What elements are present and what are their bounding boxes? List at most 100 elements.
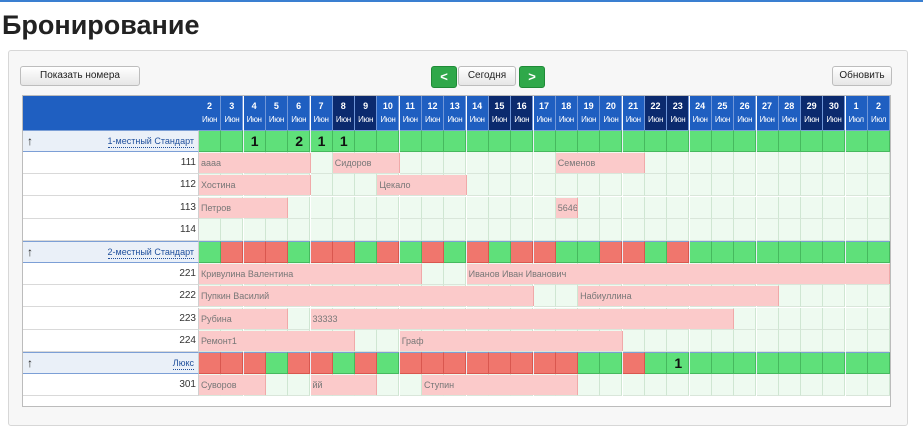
day-cell[interactable] — [778, 196, 801, 219]
availability-cell[interactable] — [511, 241, 534, 263]
day-cell[interactable] — [533, 218, 556, 241]
availability-cell[interactable] — [511, 352, 534, 374]
day-cell[interactable] — [734, 152, 757, 175]
availability-cell[interactable] — [288, 352, 311, 374]
day-cell[interactable] — [689, 196, 712, 219]
day-cell[interactable] — [868, 152, 890, 175]
availability-cell[interactable] — [868, 241, 890, 263]
day-cell[interactable] — [600, 196, 623, 219]
day-cell[interactable] — [578, 374, 601, 397]
day-cell[interactable] — [689, 218, 712, 241]
availability-cell[interactable] — [823, 241, 846, 263]
day-cell[interactable] — [466, 196, 489, 219]
booking-bar[interactable]: Пупкин Василий — [199, 286, 534, 307]
day-cell[interactable] — [689, 174, 712, 197]
day-cell[interactable] — [645, 196, 667, 219]
availability-cell[interactable] — [823, 130, 846, 152]
availability-cell[interactable] — [578, 241, 601, 263]
next-button[interactable]: > — [519, 66, 545, 88]
day-cell[interactable] — [823, 218, 846, 241]
availability-cell[interactable] — [667, 241, 690, 263]
day-cell[interactable] — [778, 329, 801, 352]
day-cell[interactable] — [734, 196, 757, 219]
day-cell[interactable] — [868, 174, 890, 197]
day-cell[interactable] — [355, 218, 378, 241]
day-cell[interactable] — [845, 285, 868, 308]
availability-cell[interactable] — [332, 352, 355, 374]
day-cell[interactable] — [645, 329, 667, 352]
availability-cell[interactable] — [645, 241, 667, 263]
day-cell[interactable] — [801, 329, 824, 352]
day-cell[interactable] — [645, 152, 667, 175]
day-cell[interactable] — [667, 374, 690, 397]
availability-cell[interactable] — [600, 241, 623, 263]
availability-cell[interactable] — [488, 241, 511, 263]
day-cell[interactable] — [778, 307, 801, 330]
availability-cell[interactable] — [243, 352, 266, 374]
availability-cell[interactable] — [711, 352, 734, 374]
availability-cell[interactable] — [265, 130, 288, 152]
day-cell[interactable] — [265, 374, 288, 397]
day-cell[interactable] — [622, 196, 645, 219]
collapse-arrow-icon[interactable]: ↑ — [27, 134, 33, 148]
category-name-link[interactable]: 1-местный Стандарт — [107, 136, 194, 148]
day-cell[interactable] — [801, 374, 824, 397]
day-cell[interactable] — [756, 374, 779, 397]
day-cell[interactable] — [422, 152, 444, 175]
day-cell[interactable] — [377, 329, 400, 352]
availability-cell[interactable] — [689, 352, 712, 374]
day-cell[interactable] — [578, 218, 601, 241]
availability-cell[interactable] — [778, 241, 801, 263]
availability-cell[interactable] — [221, 241, 244, 263]
day-cell[interactable] — [265, 218, 288, 241]
collapse-arrow-icon[interactable]: ↑ — [27, 356, 33, 370]
day-cell[interactable] — [667, 218, 690, 241]
day-cell[interactable] — [711, 174, 734, 197]
day-cell[interactable] — [578, 174, 601, 197]
availability-cell[interactable] — [466, 352, 489, 374]
day-cell[interactable] — [689, 329, 712, 352]
day-cell[interactable] — [243, 218, 266, 241]
availability-cell[interactable] — [756, 241, 779, 263]
availability-cell[interactable] — [377, 241, 400, 263]
day-cell[interactable] — [355, 196, 378, 219]
availability-cell[interactable] — [399, 130, 422, 152]
day-cell[interactable] — [734, 174, 757, 197]
availability-cell[interactable] — [711, 130, 734, 152]
availability-cell[interactable] — [778, 352, 801, 374]
availability-cell[interactable] — [466, 130, 489, 152]
day-cell[interactable] — [756, 218, 779, 241]
day-cell[interactable] — [845, 152, 868, 175]
availability-cell[interactable] — [778, 130, 801, 152]
day-cell[interactable] — [444, 218, 467, 241]
day-cell[interactable] — [622, 329, 645, 352]
day-cell[interactable] — [199, 218, 221, 241]
day-cell[interactable] — [823, 174, 846, 197]
day-cell[interactable] — [845, 196, 868, 219]
availability-cell[interactable] — [355, 241, 378, 263]
availability-cell[interactable] — [734, 241, 757, 263]
day-cell[interactable] — [756, 174, 779, 197]
day-cell[interactable] — [466, 174, 489, 197]
today-button[interactable]: Сегодня — [458, 66, 516, 86]
day-cell[interactable] — [868, 374, 890, 397]
day-cell[interactable] — [488, 196, 511, 219]
day-cell[interactable] — [801, 196, 824, 219]
availability-cell[interactable] — [555, 241, 578, 263]
availability-cell[interactable]: 1 — [667, 352, 690, 374]
day-cell[interactable] — [756, 196, 779, 219]
availability-cell[interactable] — [310, 352, 333, 374]
availability-cell[interactable] — [399, 352, 422, 374]
booking-bar[interactable]: Кривулина Валентина — [199, 264, 422, 285]
availability-cell[interactable] — [801, 241, 824, 263]
booking-bar[interactable]: Сидоров — [332, 153, 400, 174]
day-cell[interactable] — [422, 263, 444, 286]
availability-cell[interactable] — [533, 241, 556, 263]
day-cell[interactable] — [756, 329, 779, 352]
availability-cell[interactable] — [555, 130, 578, 152]
availability-cell[interactable] — [756, 130, 779, 152]
refresh-button[interactable]: Обновить — [832, 66, 892, 86]
booking-bar[interactable]: Иванов Иван Иванович — [466, 264, 890, 285]
availability-cell[interactable] — [868, 130, 890, 152]
day-cell[interactable] — [288, 307, 311, 330]
